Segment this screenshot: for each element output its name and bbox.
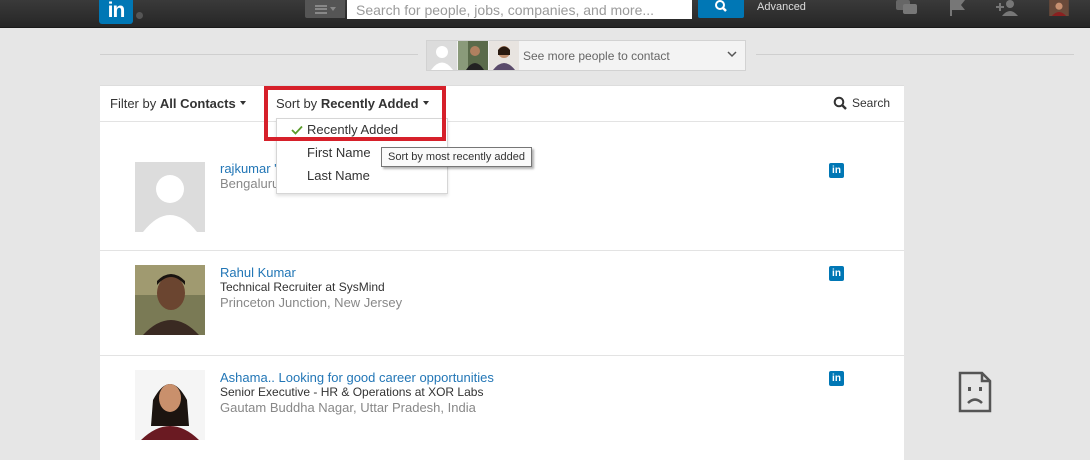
flag-icon[interactable] — [948, 0, 968, 16]
sort-tooltip: Sort by most recently added — [381, 147, 532, 167]
filter-bar: Filter by All Contacts Sort by Recently … — [100, 86, 904, 122]
sort-option-last-name[interactable]: Last Name — [307, 168, 370, 183]
linkedin-badge-icon[interactable]: in — [829, 371, 844, 386]
top-navbar: in Advanced — [0, 0, 1090, 28]
contact-headline: Senior Executive - HR & Operations at XO… — [220, 385, 484, 399]
person-thumbnail-3 — [489, 41, 519, 70]
person-thumbnail-1 — [427, 41, 457, 70]
profile-photo[interactable] — [1048, 0, 1070, 16]
search-input[interactable] — [347, 0, 692, 19]
filter-dropdown[interactable]: Filter by All Contacts — [110, 96, 246, 111]
contact-row: Rahul Kumar Technical Recruiter at SysMi… — [100, 251, 904, 356]
contact-name[interactable]: Rahul Kumar — [220, 265, 296, 280]
contacts-card: Filter by All Contacts Sort by Recently … — [100, 85, 904, 460]
linkedin-badge-icon[interactable]: in — [829, 163, 844, 178]
person-thumbnail-2 — [458, 41, 488, 70]
contact-name[interactable]: Ashama.. Looking for good career opportu… — [220, 370, 494, 385]
add-connection-icon[interactable] — [996, 0, 1020, 16]
contact-name[interactable]: rajkumar ' — [220, 161, 277, 176]
search-button[interactable] — [698, 0, 744, 18]
menu-icon — [314, 4, 327, 14]
search-icon — [833, 96, 847, 110]
chevron-down-icon — [239, 101, 246, 105]
registered-mark-icon — [136, 12, 143, 19]
filter-prefix: Filter by — [110, 96, 157, 111]
filter-value: All Contacts — [159, 96, 236, 111]
sort-option-first-name[interactable]: First Name — [307, 145, 371, 160]
contacts-search-button[interactable]: Search — [833, 96, 890, 110]
linkedin-logo[interactable]: in — [99, 0, 133, 24]
messages-icon[interactable] — [895, 0, 919, 16]
see-more-people-label: See more people to contact — [523, 49, 670, 63]
chevron-down-icon — [329, 7, 336, 11]
search-type-dropdown[interactable] — [305, 0, 345, 18]
divider-left — [100, 54, 418, 55]
contact-row: rajkumar ' Bengaluru in — [100, 123, 904, 251]
divider-right — [756, 54, 1074, 55]
linkedin-badge-icon[interactable]: in — [829, 266, 844, 281]
contact-photo[interactable] — [135, 265, 205, 335]
highlight-box — [264, 86, 446, 141]
search-label: Search — [851, 96, 890, 110]
default-avatar[interactable] — [135, 162, 205, 232]
broken-page-icon — [958, 371, 992, 413]
see-more-people-button[interactable]: See more people to contact — [426, 40, 746, 71]
contact-location: Princeton Junction, New Jersey — [220, 295, 403, 310]
contact-location: Gautam Buddha Nagar, Uttar Pradesh, Indi… — [220, 400, 476, 415]
advanced-search-link[interactable]: Advanced — [757, 0, 806, 14]
contact-location: Bengaluru — [220, 176, 280, 191]
search-icon — [715, 0, 727, 12]
contact-row: Ashama.. Looking for good career opportu… — [100, 356, 904, 460]
contact-headline: Technical Recruiter at SysMind — [220, 280, 385, 294]
chevron-down-icon — [727, 51, 737, 58]
contact-photo[interactable] — [135, 370, 205, 440]
